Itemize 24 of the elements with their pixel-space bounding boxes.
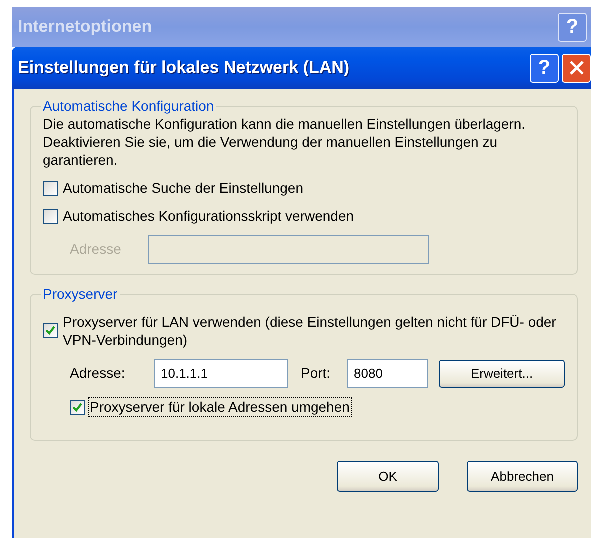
window-title: Internetoptionen <box>18 16 152 38</box>
cancel-button[interactable]: Abbrechen <box>467 461 578 492</box>
dialog-title: Einstellungen für lokales Netzwerk (LAN) <box>18 57 350 80</box>
checkbox[interactable] <box>70 400 85 415</box>
field-label: Adresse <box>70 240 122 259</box>
close-button[interactable] <box>562 54 591 82</box>
port-field[interactable]: 8080 <box>347 359 428 388</box>
advanced-button[interactable]: Erweitert... <box>439 360 565 388</box>
field-label: Adresse: <box>70 364 126 383</box>
ok-button[interactable]: OK <box>337 461 439 492</box>
checkbox-label[interactable]: Proxyserver für lokale Adressen umgehen <box>89 398 351 416</box>
description-text: Die automatische Konfiguration kann die manuellen Einstellungen überlagern. Deaktivieren Sie sie, um die Verwendung der manuellen Einstellungen zu garantieren. <box>43 115 527 169</box>
checkbox[interactable] <box>43 323 58 338</box>
checkbox[interactable] <box>43 209 58 224</box>
checkbox-label[interactable]: Proxyserver für LAN verwenden (diese Einstellungen gelten nicht für DFÜ- oder VPN-Verbindungen) <box>62 313 562 349</box>
checkbox-label[interactable]: Automatische Suche der Einstellungen <box>62 179 304 197</box>
close-icon <box>568 59 586 77</box>
help-button[interactable]: ? <box>530 54 559 82</box>
checkbox[interactable] <box>43 181 58 196</box>
group-title: Automatische Konfiguration <box>42 99 216 113</box>
field-label: Port: <box>301 364 332 383</box>
address-field[interactable]: 10.1.1.1 <box>154 359 288 388</box>
checkbox-label[interactable]: Automatisches Konfigurationsskript verwenden <box>62 207 356 225</box>
group-title: Proxyserver <box>42 287 119 301</box>
